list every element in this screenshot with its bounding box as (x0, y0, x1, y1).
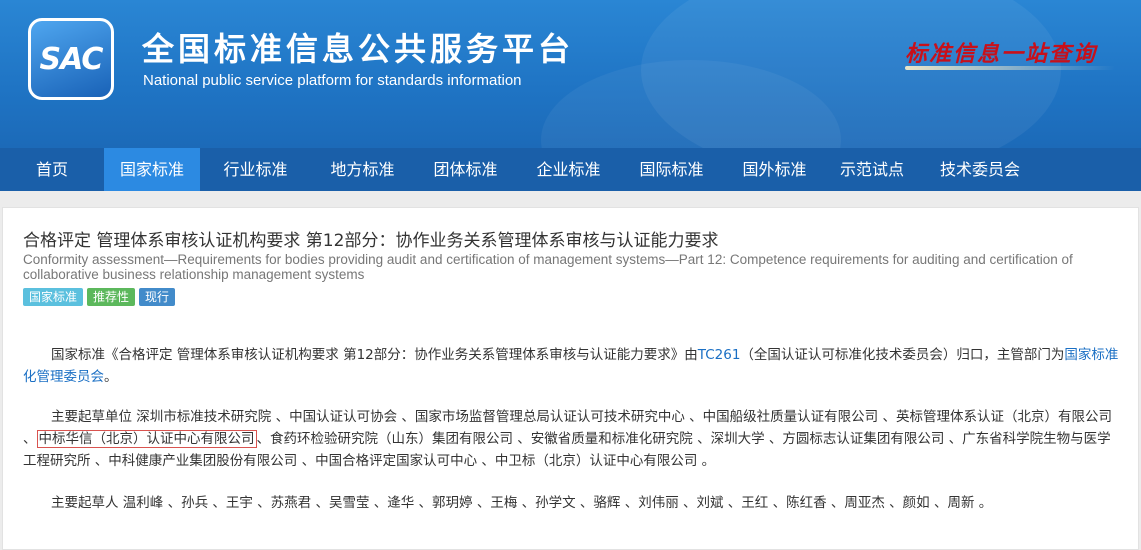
nav-item-national-standards[interactable]: 国家标准 (104, 148, 200, 191)
badge-current: 现行 (139, 288, 176, 306)
tc-link[interactable]: TC261 (698, 347, 741, 363)
drafting-units-paragraph: 主要起草单位 深圳市标准技术研究院 、中国认证认可协会 、国家市场监督管理总局认… (23, 406, 1123, 472)
badge-recommended: 推荐性 (87, 288, 136, 306)
main-nav: 首页 国家标准 行业标准 地方标准 团体标准 企业标准 国际标准 国外标准 示范… (0, 148, 1141, 191)
logo-text: SAC (39, 41, 104, 77)
site-subtitle: National public service platform for sta… (143, 72, 522, 89)
nav-item-group-standards[interactable]: 团体标准 (414, 148, 517, 191)
nav-item-local-standards[interactable]: 地方标准 (311, 148, 414, 191)
summary-suffix: 。 (104, 369, 118, 385)
site-header: SAC 全国标准信息公共服务平台 National public service… (0, 0, 1141, 148)
nav-item-pilot-demonstration[interactable]: 示范试点 (826, 148, 918, 191)
sac-logo[interactable]: SAC (28, 18, 114, 100)
nav-item-industry-standards[interactable]: 行业标准 (200, 148, 311, 191)
standard-detail-panel: 合格评定 管理体系审核认证机构要求 第12部分：协作业务关系管理体系审核与认证能… (2, 207, 1139, 550)
summary-prefix: 国家标准《合格评定 管理体系审核认证机构要求 第12部分：协作业务关系管理体系审… (51, 347, 698, 363)
nav-item-international-standards[interactable]: 国际标准 (620, 148, 723, 191)
highlighted-unit: 中标华信（北京）认证中心有限公司 (36, 430, 257, 448)
drafters-paragraph: 主要起草人 温利峰 、孙兵 、王宇 、苏燕君 、吴雪莹 、逄华 、郭玥婷 、王梅… (51, 495, 993, 511)
nav-item-home[interactable]: 首页 (0, 148, 104, 191)
header-slogan: 标准信息一站查询 (905, 41, 1098, 67)
standard-badges: 国家标准 推荐性 现行 (23, 288, 176, 306)
nav-item-foreign-standards[interactable]: 国外标准 (723, 148, 826, 191)
summary-middle: （全国认证认可标准化技术委员会）归口，主管部门为 (740, 347, 1065, 363)
nav-item-enterprise-standards[interactable]: 企业标准 (517, 148, 620, 191)
site-title: 全国标准信息公共服务平台 (142, 30, 575, 68)
badge-national-standard: 国家标准 (23, 288, 84, 306)
nav-item-technical-committees[interactable]: 技术委员会 (918, 148, 1042, 191)
standard-title-cn: 合格评定 管理体系审核认证机构要求 第12部分：协作业务关系管理体系审核与认证能… (23, 231, 719, 251)
slogan-underline (905, 66, 1115, 70)
standard-title-en: Conformity assessment—Requirements for b… (23, 252, 1073, 282)
summary-paragraph: 国家标准《合格评定 管理体系审核认证机构要求 第12部分：协作业务关系管理体系审… (23, 344, 1123, 388)
